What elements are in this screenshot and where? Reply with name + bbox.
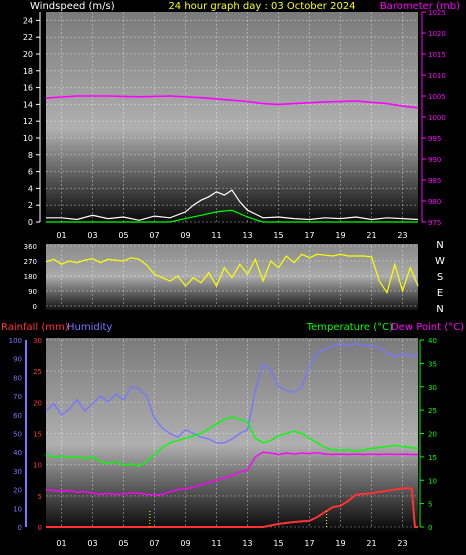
windspeed-axis-title: Windspeed (m/s) [30,1,115,12]
wind-tick-label: 20 [23,50,33,59]
hour-label: 09 [180,539,190,548]
rain-tick-label: 30 [33,337,42,345]
temperature-tick-label: 20 [428,431,437,439]
humidity-tick-label: 90 [13,356,22,364]
compass-label: S [437,272,443,283]
wind-tick-label: 16 [23,84,33,93]
humidity-tick-label: 60 [13,412,22,420]
legend-humidity: Humidity [67,322,112,333]
hour-label: 05 [118,539,128,548]
barometer-tick-label: 1010 [428,72,446,80]
hour-label: 11 [211,539,221,548]
temperature-tick-label: 40 [428,337,437,345]
direction-tick-label: 180 [24,273,37,281]
barometer-axis-title: Barometer (mb) [380,1,460,12]
rain-plot-area [46,338,418,531]
weather-graph: Windspeed (m/s) 24 hour graph day : 03 O… [1,1,464,548]
barometer-tick-label: 1015 [428,51,446,59]
wind-tick-label: 2 [28,201,33,210]
temperature-tick-label: 5 [428,501,432,509]
chart-title: 24 hour graph day : 03 October 2024 [168,1,355,12]
wind-tick-label: 18 [23,67,33,76]
hour-label: 19 [335,231,345,240]
barometer-tick-label: 990 [428,156,441,164]
barometer-tick-label: 1025 [428,9,446,17]
temperature-tick-label: 25 [428,407,437,415]
humidity-tick-label: 100 [9,337,22,345]
hour-label: 17 [304,231,314,240]
wind-tick-label: 10 [23,134,33,143]
barometer-tick-label: 980 [428,198,441,206]
hour-label: 23 [397,539,407,548]
rain-tick-label: 25 [33,368,42,376]
hour-label: 11 [211,231,221,240]
rain-tick-label: 15 [33,431,42,439]
humidity-tick-label: 40 [13,449,22,457]
hour-label: 21 [366,231,376,240]
direction-tick-label: 90 [28,288,37,296]
wind-tick-label: 12 [23,117,33,126]
humidity-tick-label: 30 [13,468,22,476]
rain-tick-label: 20 [33,399,42,407]
barometer-tick-label: 985 [428,177,441,185]
humidity-tick-label: 10 [13,505,22,513]
humidity-tick-label: 0 [18,524,22,532]
direction-tick-label: 0 [33,303,37,311]
hour-label: 03 [87,231,97,240]
hour-label: 13 [242,231,252,240]
barometer-tick-label: 975 [428,219,441,227]
hour-label: 09 [180,231,190,240]
hour-label: 01 [56,231,66,240]
hour-label: 23 [397,231,407,240]
humidity-tick-label: 20 [13,487,22,495]
temperature-tick-label: 15 [428,454,437,462]
hour-label: 17 [304,539,314,548]
legend-dewpoint: Dew Point (°C) [391,322,464,333]
hour-label: 21 [366,539,376,548]
compass-label: W [435,256,445,267]
compass-label: N [436,240,443,251]
temperature-tick-label: 30 [428,384,437,392]
barometer-tick-label: 995 [428,135,441,143]
hour-label: 07 [149,231,159,240]
wind-tick-label: 4 [28,184,33,193]
wind-tick-label: 24 [23,16,33,25]
wind-tick-label: 22 [23,33,33,42]
humidity-tick-label: 80 [13,374,22,382]
wind-plot-area [46,12,418,224]
hour-label: 15 [273,231,283,240]
direction-tick-label: 360 [24,243,37,251]
temperature-tick-label: 10 [428,477,437,485]
hour-label: 19 [335,539,345,548]
hour-label: 01 [56,539,66,548]
barometer-tick-label: 1000 [428,114,446,122]
hour-label: 05 [118,231,128,240]
compass-label: E [437,288,443,299]
wind-tick-label: 14 [23,100,33,109]
hour-label: 07 [149,539,159,548]
wind-tick-label: 8 [28,151,33,160]
barometer-tick-label: 1005 [428,93,446,101]
wind-tick-label: 6 [28,168,33,177]
temperature-tick-label: 0 [428,524,432,532]
hour-label: 15 [273,539,283,548]
humidity-tick-label: 50 [13,431,22,439]
legend-rainfall: Rainfall (mm) [1,322,69,333]
wind-tick-label: 0 [28,218,33,227]
compass-label: N [436,304,443,315]
humidity-tick-label: 70 [13,393,22,401]
hour-label: 13 [242,539,252,548]
temperature-tick-label: 35 [428,360,437,368]
barometer-tick-label: 1020 [428,30,446,38]
rain-tick-label: 0 [38,524,42,532]
legend-temperature: Temperature (°C) [306,322,393,333]
rain-tick-label: 5 [38,493,42,501]
hour-label: 03 [87,539,97,548]
rain-tick-label: 10 [33,462,42,470]
direction-tick-label: 270 [24,258,37,266]
